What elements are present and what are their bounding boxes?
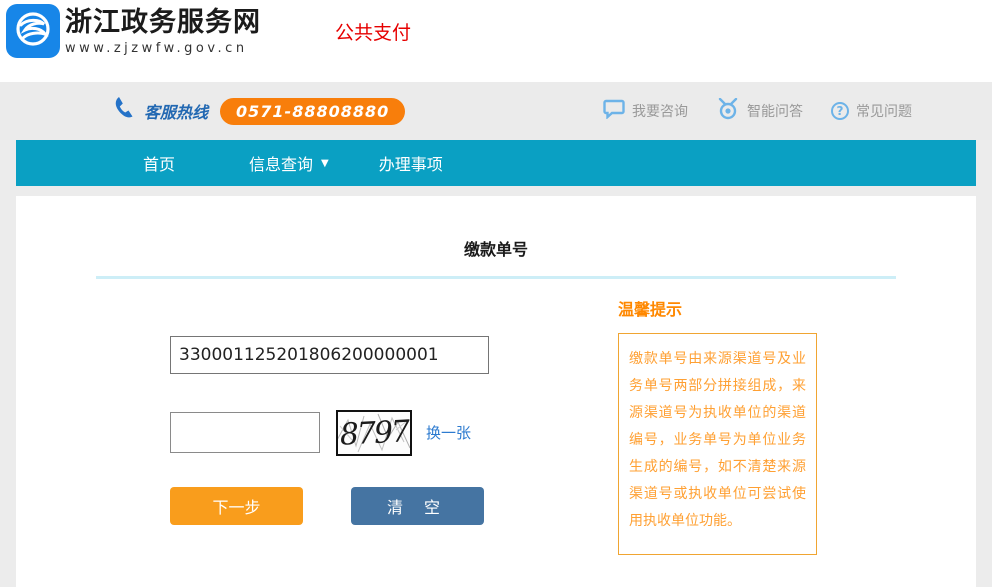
brand-title: 浙江政务服务网 — [65, 8, 261, 38]
hotline-number: 0571-88808880 — [220, 98, 405, 125]
smart-qa-link[interactable]: 智能问答 — [716, 98, 803, 124]
site-logo[interactable] — [6, 4, 60, 58]
bill-number-input[interactable] — [170, 336, 489, 374]
hotline-label: 客服热线 — [144, 99, 208, 123]
faq-link[interactable]: ? 常见问题 — [831, 101, 912, 121]
nav-item-home[interactable]: 首页 — [143, 151, 175, 175]
nav-item-info-query[interactable]: 信息查询 ▼ — [249, 151, 329, 175]
quick-links: 我要咨询 智能问答 ? 常见问题 — [603, 98, 912, 124]
captcha-image[interactable]: 8797 — [336, 410, 412, 456]
info-bar: 客服热线 0571-88808880 我要咨询 智能问答 ? 常见 — [0, 82, 992, 140]
robot-icon — [716, 98, 740, 124]
site-header: 浙江政务服务网 www.zjzwfw.gov.cn 公共支付 — [0, 0, 992, 82]
tips-body: 缴款单号由来源渠道号及业务单号两部分拼接组成，来源渠道号为执收单位的渠道编号，业… — [629, 351, 806, 529]
content-panel: 缴款单号 8797 换一张 下一步 清 空 温馨提示 缴款单号由来源渠道号及业务… — [16, 196, 976, 587]
captcha-text: 8797 — [339, 414, 410, 453]
tips-box: 缴款单号由来源渠道号及业务单号两部分拼接组成，来源渠道号为执收单位的渠道编号，业… — [618, 333, 817, 555]
nav-info-query-label: 信息查询 — [249, 151, 313, 175]
question-circle-icon: ? — [831, 102, 849, 120]
brand-url: www.zjzwfw.gov.cn — [65, 41, 261, 56]
brand-block: 浙江政务服务网 www.zjzwfw.gov.cn — [65, 8, 261, 56]
chevron-down-icon: ▼ — [321, 158, 329, 169]
faq-link-label: 常见问题 — [856, 101, 912, 121]
main-nav: 首页 信息查询 ▼ 办理事项 — [16, 140, 976, 186]
clear-button[interactable]: 清 空 — [351, 487, 484, 525]
chat-bubble-icon — [603, 99, 625, 123]
tips-heading: 温馨提示 — [618, 296, 682, 320]
page-title: 缴款单号 — [16, 236, 976, 260]
nav-item-handle-matters[interactable]: 办理事项 — [379, 151, 443, 175]
nav-home-label: 首页 — [143, 151, 175, 175]
logo-swirl-icon — [11, 7, 55, 55]
captcha-refresh-link[interactable]: 换一张 — [426, 422, 471, 443]
title-divider — [96, 276, 896, 279]
phone-icon — [112, 96, 136, 126]
consult-link[interactable]: 我要咨询 — [603, 99, 688, 123]
smart-qa-link-label: 智能问答 — [747, 101, 803, 121]
nav-handle-matters-label: 办理事项 — [379, 151, 443, 175]
captcha-input[interactable] — [170, 412, 320, 453]
page-label: 公共支付 — [335, 18, 411, 45]
hotline-group: 客服热线 0571-88808880 — [112, 96, 405, 126]
consult-link-label: 我要咨询 — [632, 101, 688, 121]
next-step-button[interactable]: 下一步 — [170, 487, 303, 525]
